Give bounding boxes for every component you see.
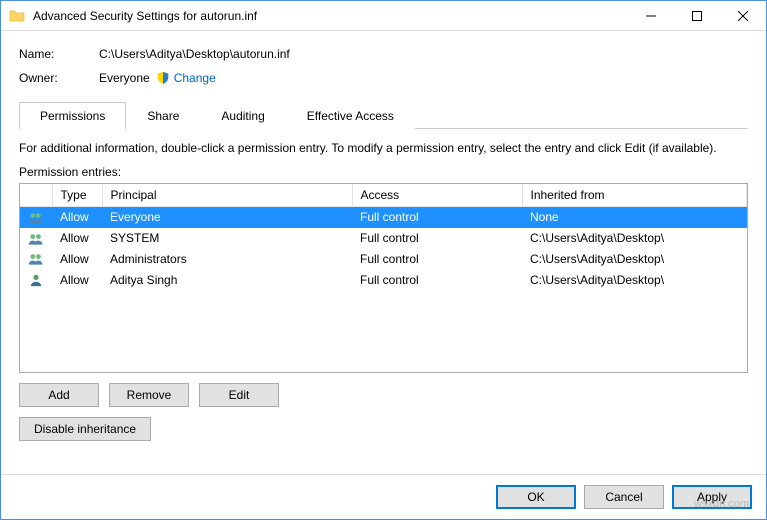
- minimize-button[interactable]: [628, 1, 674, 31]
- row-access: Full control: [352, 207, 522, 228]
- column-header-type[interactable]: Type: [52, 184, 102, 207]
- dialog-footer: OK Cancel Apply: [1, 474, 766, 519]
- folder-icon: [9, 8, 25, 24]
- table-header-row: Type Principal Access Inherited from: [20, 184, 747, 207]
- minimize-icon: [646, 11, 656, 21]
- maximize-icon: [692, 11, 702, 21]
- row-type: Allow: [52, 228, 102, 249]
- row-principal: Administrators: [102, 249, 352, 270]
- table-row[interactable]: AllowAdministratorsFull controlC:\Users\…: [20, 249, 747, 270]
- row-type: Allow: [52, 207, 102, 228]
- group-icon: [28, 232, 44, 246]
- table-row[interactable]: AllowSYSTEMFull controlC:\Users\Aditya\D…: [20, 228, 747, 249]
- name-label: Name:: [19, 47, 99, 61]
- change-owner-link[interactable]: Change: [156, 71, 216, 85]
- maximize-button[interactable]: [674, 1, 720, 31]
- row-type: Allow: [52, 249, 102, 270]
- row-access: Full control: [352, 269, 522, 290]
- row-inherited: C:\Users\Aditya\Desktop\: [522, 228, 747, 249]
- inheritance-row: Disable inheritance: [19, 417, 748, 441]
- row-icon-cell: [20, 249, 52, 270]
- tab-auditing[interactable]: Auditing: [200, 102, 285, 129]
- window-title: Advanced Security Settings for autorun.i…: [33, 9, 628, 23]
- edit-button[interactable]: Edit: [199, 383, 279, 407]
- row-principal: Aditya Singh: [102, 269, 352, 290]
- close-icon: [738, 11, 748, 21]
- group-icon: [28, 211, 44, 225]
- info-text: For additional information, double-click…: [19, 141, 748, 155]
- row-icon-cell: [20, 269, 52, 290]
- user-icon: [28, 273, 44, 287]
- table-row[interactable]: AllowAditya SinghFull controlC:\Users\Ad…: [20, 269, 747, 290]
- row-icon-cell: [20, 207, 52, 228]
- owner-row: Owner: Everyone Change: [19, 71, 748, 85]
- close-button[interactable]: [720, 1, 766, 31]
- table-row[interactable]: AllowEveryoneFull controlNone: [20, 207, 747, 228]
- row-principal: SYSTEM: [102, 228, 352, 249]
- row-principal: Everyone: [102, 207, 352, 228]
- row-icon-cell: [20, 228, 52, 249]
- row-inherited: C:\Users\Aditya\Desktop\: [522, 269, 747, 290]
- content-area: Name: C:\Users\Aditya\Desktop\autorun.in…: [1, 31, 766, 474]
- tab-permissions[interactable]: Permissions: [19, 102, 126, 129]
- owner-value: Everyone: [99, 71, 150, 85]
- add-button[interactable]: Add: [19, 383, 99, 407]
- column-header-icon[interactable]: [20, 184, 52, 207]
- name-row: Name: C:\Users\Aditya\Desktop\autorun.in…: [19, 47, 748, 61]
- tab-strip: Permissions Share Auditing Effective Acc…: [19, 101, 748, 129]
- tab-effective-access[interactable]: Effective Access: [286, 102, 415, 129]
- disable-inheritance-button[interactable]: Disable inheritance: [19, 417, 151, 441]
- row-inherited: C:\Users\Aditya\Desktop\: [522, 249, 747, 270]
- apply-button[interactable]: Apply: [672, 485, 752, 509]
- shield-icon: [156, 71, 170, 85]
- row-access: Full control: [352, 249, 522, 270]
- entry-buttons-row: Add Remove Edit: [19, 383, 748, 407]
- remove-button[interactable]: Remove: [109, 383, 189, 407]
- tab-share[interactable]: Share: [126, 102, 200, 129]
- column-header-principal[interactable]: Principal: [102, 184, 352, 207]
- row-access: Full control: [352, 228, 522, 249]
- cancel-button[interactable]: Cancel: [584, 485, 664, 509]
- change-link-text: Change: [174, 71, 216, 85]
- row-inherited: None: [522, 207, 747, 228]
- titlebar: Advanced Security Settings for autorun.i…: [1, 1, 766, 31]
- column-header-access[interactable]: Access: [352, 184, 522, 207]
- entries-label: Permission entries:: [19, 165, 748, 179]
- owner-label: Owner:: [19, 71, 99, 85]
- row-type: Allow: [52, 269, 102, 290]
- ok-button[interactable]: OK: [496, 485, 576, 509]
- security-settings-window: Advanced Security Settings for autorun.i…: [0, 0, 767, 520]
- permission-entries-table[interactable]: Type Principal Access Inherited from All…: [19, 183, 748, 373]
- name-value: C:\Users\Aditya\Desktop\autorun.inf: [99, 47, 290, 61]
- column-header-inherited[interactable]: Inherited from: [522, 184, 747, 207]
- group-icon: [28, 252, 44, 266]
